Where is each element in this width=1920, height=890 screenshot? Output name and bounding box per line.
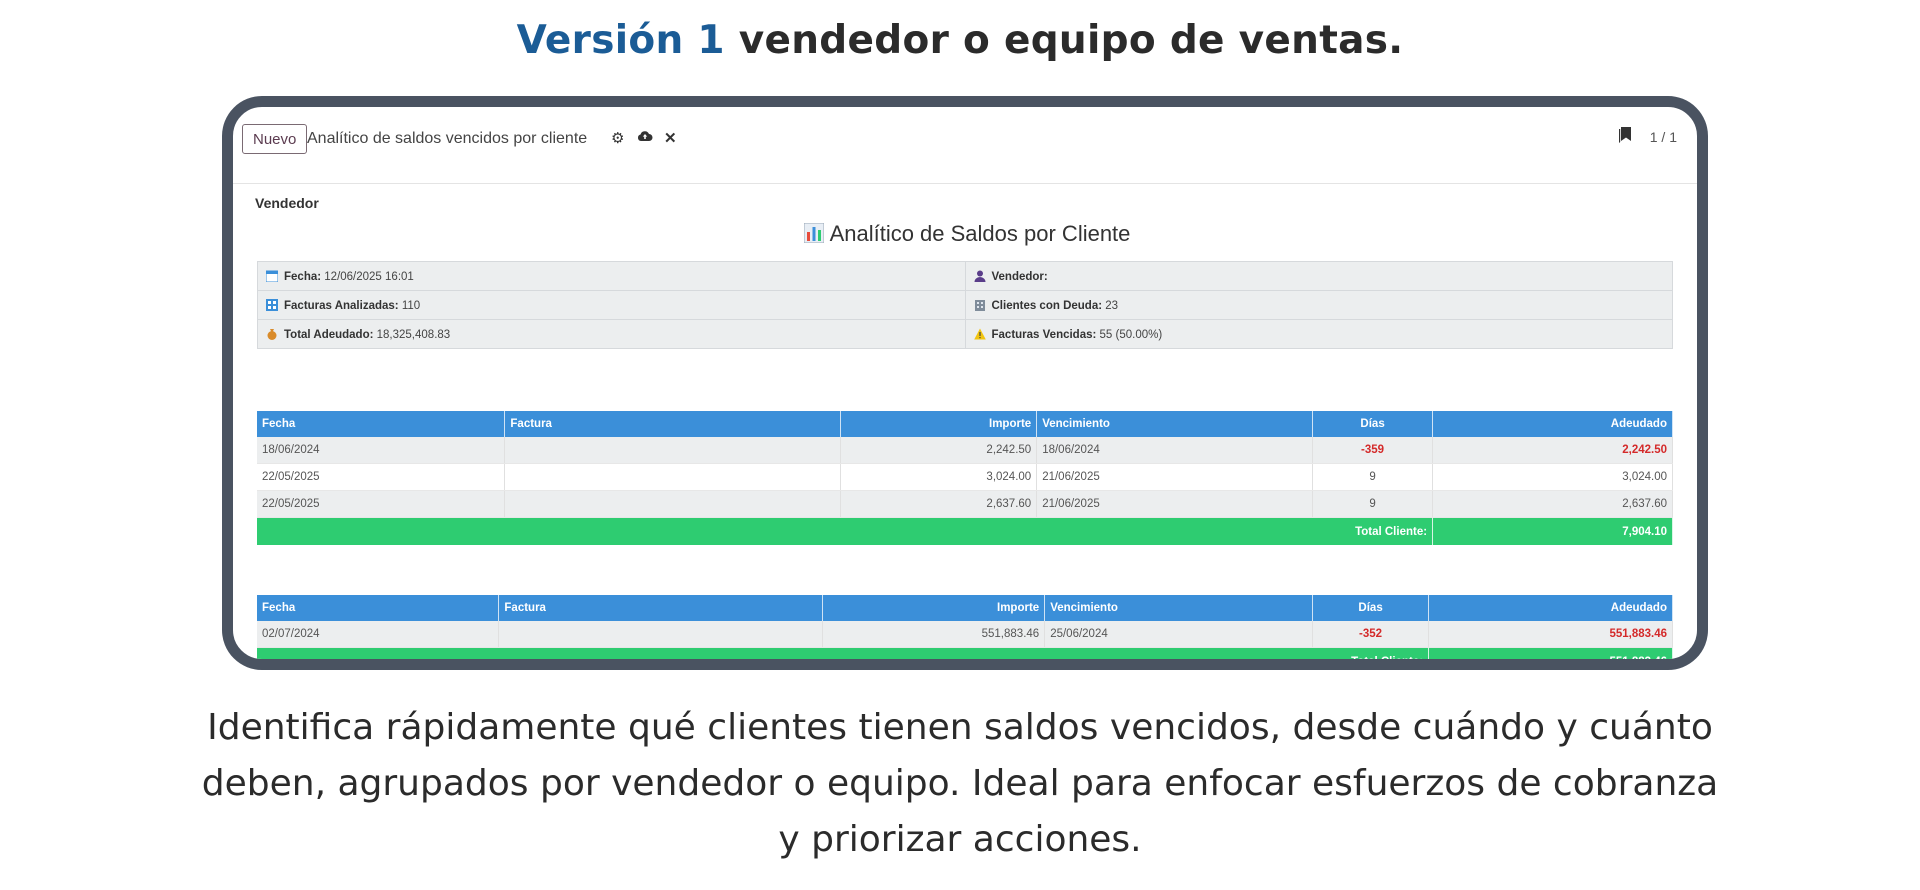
fecha-label: Fecha: — [284, 270, 322, 283]
cell-factura — [504, 490, 842, 518]
col-importe[interactable]: Importe — [840, 411, 1038, 437]
money-bag-icon — [266, 328, 278, 340]
summary-fecha: Fecha: 12/06/2025 16:01 — [257, 261, 966, 291]
total-value: 7,904.10 — [1432, 517, 1673, 545]
heading-accent: Versión 1 — [516, 18, 725, 63]
cell-fecha: 22/05/2025 — [257, 463, 506, 491]
warning-icon — [973, 328, 986, 340]
col-importe[interactable]: Importe — [822, 595, 1046, 621]
bookmark-icon[interactable] — [1619, 127, 1631, 148]
total-value: 18,325,408.83 — [373, 328, 451, 341]
caption-line-1: Identifica rápidamente qué clientes tien… — [207, 707, 1713, 748]
total-label: Total Adeudado: — [284, 328, 374, 341]
table-header-row: Fecha Factura Importe Vencimiento Días A… — [257, 595, 1673, 621]
close-icon[interactable]: ✕ — [664, 129, 677, 147]
table-row[interactable]: 22/05/2025 3,024.00 21/06/2025 9 3,024.0… — [257, 463, 1673, 491]
control-panel: Nuevo Analítico de saldos vencidos por c… — [233, 107, 1697, 184]
calendar-icon — [265, 270, 279, 282]
cell-dias: 9 — [1312, 490, 1434, 518]
cell-dias: 9 — [1312, 463, 1434, 491]
cell-factura — [498, 621, 824, 648]
pager[interactable]: 1 / 1 — [1650, 129, 1677, 145]
cell-importe: 3,024.00 — [840, 463, 1038, 491]
cell-factura — [504, 463, 842, 491]
invoice-icon — [266, 298, 278, 311]
summary-vendedor: Vendedor: — [964, 261, 1673, 291]
cell-factura — [504, 437, 842, 464]
cell-importe: 2,242.50 — [840, 437, 1038, 464]
col-factura[interactable]: Factura — [504, 411, 842, 437]
total-label: Total Cliente: — [257, 517, 1434, 545]
group-label: Vendedor — [255, 195, 319, 211]
new-button[interactable]: Nuevo — [242, 124, 308, 154]
cell-vencimiento: 25/06/2024 — [1044, 621, 1314, 648]
total-label: Total Cliente: — [257, 647, 1430, 659]
total-value: 551,883.46 — [1428, 647, 1673, 659]
summary-total: Total Adeudado: 18,325,408.83 — [257, 319, 966, 349]
report-content: Vendedor Analítico de Saldos por Cliente… — [251, 185, 1683, 659]
facturas-value: 110 — [398, 299, 421, 312]
clientes-label: Clientes con Deuda: — [991, 299, 1103, 312]
cell-vencimiento: 21/06/2025 — [1036, 490, 1314, 518]
heading-text: vendedor o equipo de ventas. — [724, 18, 1404, 63]
total-row: Total Cliente: 7,904.10 — [257, 517, 1673, 545]
cell-vencimiento: 21/06/2025 — [1036, 463, 1314, 491]
client-table-1: Fecha Factura Importe Vencimiento Días A… — [257, 411, 1673, 545]
col-vencimiento[interactable]: Vencimiento — [1044, 595, 1314, 621]
col-dias[interactable]: Días — [1312, 411, 1434, 437]
user-icon — [974, 270, 986, 282]
clientes-value: 23 — [1102, 299, 1119, 312]
col-vencimiento[interactable]: Vencimiento — [1036, 411, 1314, 437]
caption: Identifica rápidamente qué clientes tien… — [0, 700, 1920, 868]
col-adeudado[interactable]: Adeudado — [1432, 411, 1673, 437]
cell-adeudado: 2,637.60 — [1432, 490, 1673, 518]
report-title-text: Analítico de Saldos por Cliente — [829, 221, 1131, 246]
caption-line-2: deben, agrupados por vendedor o equipo. … — [201, 763, 1719, 804]
cell-importe: 2,637.60 — [840, 490, 1038, 518]
col-factura[interactable]: Factura — [498, 595, 824, 621]
page-heading: Versión 1 vendedor o equipo de ventas. — [0, 18, 1920, 63]
cell-adeudado: 3,024.00 — [1432, 463, 1673, 491]
cell-fecha: 22/05/2025 — [257, 490, 506, 518]
screenshot-frame: Nuevo Analítico de saldos vencidos por c… — [222, 96, 1708, 670]
cell-dias: -352 — [1312, 621, 1430, 648]
vendedor-label: Vendedor: — [991, 270, 1048, 283]
summary-table: Fecha: 12/06/2025 16:01 Vendedor: Factur… — [257, 261, 1673, 349]
facturas-label: Facturas Analizadas: — [284, 299, 399, 312]
col-adeudado[interactable]: Adeudado — [1428, 595, 1673, 621]
summary-facturas: Facturas Analizadas: 110 — [257, 290, 966, 320]
col-fecha[interactable]: Fecha — [257, 411, 506, 437]
caption-line-3: y priorizar acciones. — [778, 819, 1142, 860]
report-title: Analítico de Saldos por Cliente — [251, 221, 1683, 247]
vencidas-value: 55 (50.00%) — [1096, 328, 1163, 341]
table-row[interactable]: 22/05/2025 2,637.60 21/06/2025 9 2,637.6… — [257, 490, 1673, 518]
col-fecha[interactable]: Fecha — [257, 595, 500, 621]
building-icon — [974, 299, 986, 311]
cell-adeudado: 551,883.46 — [1428, 621, 1673, 648]
table-header-row: Fecha Factura Importe Vencimiento Días A… — [257, 411, 1673, 437]
cell-adeudado: 2,242.50 — [1432, 437, 1673, 464]
summary-vencidas: Facturas Vencidas: 55 (50.00%) — [964, 319, 1673, 349]
bar-chart-icon — [803, 222, 825, 244]
col-dias[interactable]: Días — [1312, 595, 1430, 621]
cell-fecha: 18/06/2024 — [257, 437, 506, 464]
gear-icon[interactable]: ⚙ — [611, 129, 624, 147]
cell-dias: -359 — [1312, 437, 1434, 464]
vencidas-label: Facturas Vencidas: — [991, 328, 1097, 341]
total-row: Total Cliente: 551,883.46 — [257, 647, 1673, 659]
cell-fecha: 02/07/2024 — [257, 621, 500, 648]
table-row[interactable]: 18/06/2024 2,242.50 18/06/2024 -359 2,24… — [257, 437, 1673, 464]
cell-vencimiento: 18/06/2024 — [1036, 437, 1314, 464]
cloud-upload-icon[interactable] — [637, 129, 653, 146]
summary-clientes: Clientes con Deuda: 23 — [964, 290, 1673, 320]
breadcrumb: Analítico de saldos vencidos por cliente — [307, 130, 588, 147]
fecha-value: 12/06/2025 16:01 — [321, 270, 414, 283]
cell-importe: 551,883.46 — [822, 621, 1046, 648]
table-row[interactable]: 02/07/2024 551,883.46 25/06/2024 -352 55… — [257, 621, 1673, 648]
client-table-2: Fecha Factura Importe Vencimiento Días A… — [257, 595, 1673, 659]
